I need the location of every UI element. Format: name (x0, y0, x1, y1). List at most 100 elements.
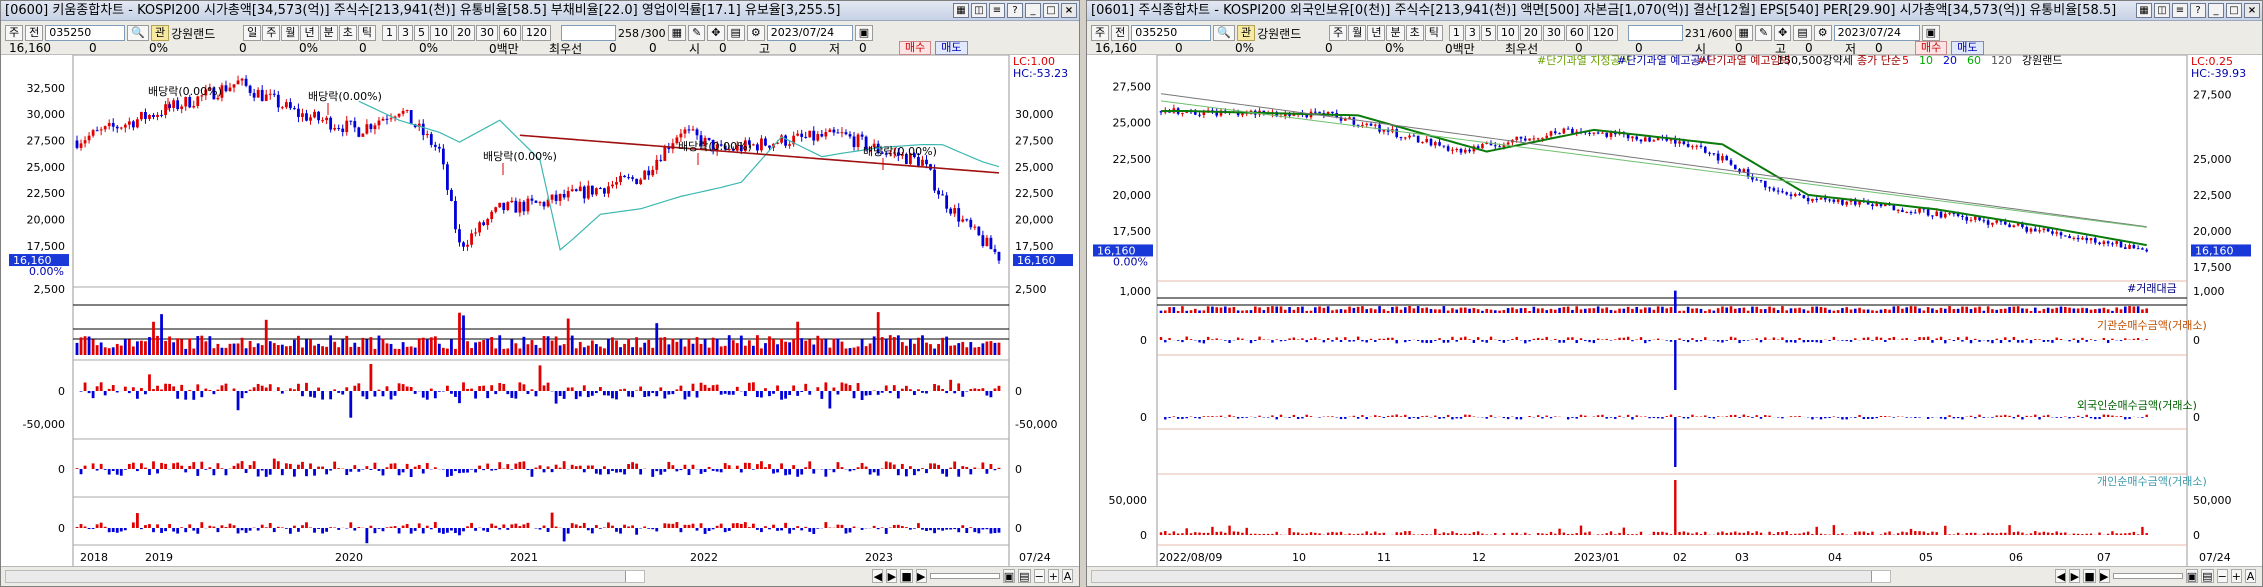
right-period-1[interactable]: 월 (1348, 25, 1367, 41)
right-text-icon[interactable]: A (2245, 569, 2256, 583)
right-count-input[interactable] (1627, 25, 1683, 41)
right-period-5[interactable]: 틱 (1424, 25, 1443, 41)
right-search-icon[interactable]: 🔍 (1213, 25, 1235, 41)
right-interval-7[interactable]: 120 (1588, 25, 1618, 41)
left-sell-button[interactable]: 매도 (935, 41, 968, 55)
right-tool5-icon[interactable]: ⚙ (1813, 25, 1832, 41)
right-link-icon[interactable]: ◫ (2154, 3, 2170, 18)
left-sub2-bar (309, 463, 312, 469)
left-period-4[interactable]: 분 (319, 25, 338, 41)
left-zoom-slider[interactable] (929, 573, 1000, 579)
left-next-icon[interactable]: ▶ (886, 569, 898, 583)
left-close-icon[interactable]: × (1061, 3, 1077, 18)
left-period-5[interactable]: 초 (338, 25, 357, 41)
right-indiv-bar (2064, 532, 2067, 535)
left-type-b[interactable]: 전 (25, 25, 44, 41)
left-sub2-bar (176, 462, 180, 469)
right-zoom-in-icon[interactable]: + (2230, 569, 2242, 583)
right-period-3[interactable]: 분 (1386, 25, 1405, 41)
left-interval-0[interactable]: 1 (381, 25, 397, 41)
left-code-input[interactable]: 035250 (45, 25, 126, 41)
right-next-icon[interactable]: ▶ (2069, 569, 2081, 583)
right-type-a[interactable]: 주 (1091, 25, 1110, 41)
left-tool4-icon[interactable]: ▤ (726, 25, 745, 41)
right-foreign-bar (1742, 414, 1746, 417)
left-zoom-in-icon[interactable]: + (1047, 569, 1059, 583)
right-stop-icon[interactable]: ■ (2083, 569, 2096, 583)
left-play-icon[interactable]: ▶ (915, 569, 927, 583)
right-close-icon[interactable]: × (2244, 3, 2260, 18)
right-zoom-slider[interactable] (2112, 573, 2183, 579)
left-sub2-bar (756, 464, 759, 469)
left-sub1-bar (719, 391, 723, 395)
right-sell-button[interactable]: 매도 (1951, 41, 1984, 55)
left-period-3[interactable]: 년 (300, 25, 319, 41)
left-stop-icon[interactable]: ■ (900, 569, 913, 583)
left-interval-3[interactable]: 10 (429, 25, 452, 41)
right-candle (1763, 180, 1767, 188)
left-title-bar[interactable]: [0600] 키움종합차트 - KOSPI200 시가총액[34,573(억)]… (1, 1, 1079, 21)
left-zoom-out-icon[interactable]: − (1033, 569, 1045, 583)
right-play-icon[interactable]: ▶ (2098, 569, 2110, 583)
left-sub1-bar (647, 391, 651, 397)
right-first-icon[interactable]: ◀ (2055, 569, 2067, 583)
left-vol-bar (144, 341, 147, 355)
left-buy-button[interactable]: 매수 (899, 41, 932, 55)
left-view2-icon[interactable]: ▤ (1018, 569, 1031, 583)
left-favorite-icon[interactable]: 관 (150, 25, 170, 41)
left-sub1-bar (437, 391, 441, 392)
right-code-input[interactable]: 035250 (1131, 25, 1212, 41)
left-first-icon[interactable]: ◀ (872, 569, 884, 583)
left-search-icon[interactable]: 🔍 (127, 25, 149, 41)
left-interval-2[interactable]: 5 (413, 25, 429, 41)
left-list-icon[interactable]: ≡ (989, 3, 1005, 18)
left-chart-canvas[interactable]: 32,50030,00027,50025,00022,50020,00017,5… (1, 55, 1080, 568)
left-link-icon[interactable]: ◫ (971, 3, 987, 18)
left-vol-bar (490, 337, 494, 355)
left-candle (651, 169, 655, 176)
right-calendar-icon[interactable]: ▣ (1921, 25, 1941, 41)
right-maximize-icon[interactable]: □ (2226, 3, 2242, 18)
left-type-a[interactable]: 주 (5, 25, 24, 41)
right-tool1-icon[interactable]: ▦ (1734, 25, 1753, 41)
right-inst-bar (1532, 338, 1536, 340)
right-title-bar[interactable]: [0601] 주식종합차트 - KOSPI200 외국인보유[0(천)] 주식수… (1087, 1, 2262, 21)
right-chart-canvas[interactable]: #단기과열 지정공시#단기과열 예고공시#단기과열 예고임박150,500강약세… (1087, 55, 2263, 568)
right-view1-icon[interactable]: ▣ (2185, 569, 2199, 583)
right-period-2[interactable]: 년 (1367, 25, 1386, 41)
left-tool1-icon[interactable]: ▦ (667, 25, 687, 41)
left-help-icon[interactable]: ? (1007, 3, 1023, 18)
left-interval-4[interactable]: 20 (452, 25, 475, 41)
right-tool2-icon[interactable]: ✎ (1754, 25, 1773, 41)
right-period-0[interactable]: 주 (1329, 25, 1348, 41)
left-vol-bar (969, 342, 973, 355)
right-help-icon[interactable]: ? (2190, 3, 2206, 18)
right-vol-bar (1961, 306, 1964, 313)
left-candle (558, 193, 562, 201)
left-text-icon[interactable]: A (1062, 569, 1073, 583)
left-period-0[interactable]: 일 (243, 25, 262, 41)
left-period-1[interactable]: 주 (262, 25, 281, 41)
right-vol-bar (1198, 310, 1201, 313)
right-foreign-bar (1378, 416, 1381, 417)
right-buy-button[interactable]: 매수 (1915, 41, 1948, 55)
left-period-6[interactable]: 틱 (357, 25, 376, 41)
right-list-icon[interactable]: ≡ (2172, 3, 2188, 18)
left-maximize-icon[interactable]: □ (1043, 3, 1059, 18)
left-scrollbar[interactable] (5, 570, 645, 583)
right-type-b[interactable]: 전 (1111, 25, 1130, 41)
left-sub1-bar (87, 391, 91, 394)
left-minimize-icon[interactable]: _ (1025, 3, 1041, 18)
right-tile-icon[interactable]: ▦ (2136, 3, 2152, 18)
right-scrollbar[interactable] (1091, 570, 1891, 583)
right-view2-icon[interactable]: ▤ (2201, 569, 2214, 583)
left-interval-1[interactable]: 3 (397, 25, 413, 41)
right-zoom-out-icon[interactable]: − (2216, 569, 2228, 583)
left-tile-icon[interactable]: ▦ (953, 3, 969, 18)
right-favorite-icon[interactable]: 관 (1236, 25, 1256, 41)
right-period-4[interactable]: 초 (1405, 25, 1424, 41)
left-period-2[interactable]: 월 (281, 25, 300, 41)
right-minimize-icon[interactable]: _ (2208, 3, 2224, 18)
left-view1-icon[interactable]: ▣ (1002, 569, 1016, 583)
left-sub1-bar (542, 385, 546, 391)
